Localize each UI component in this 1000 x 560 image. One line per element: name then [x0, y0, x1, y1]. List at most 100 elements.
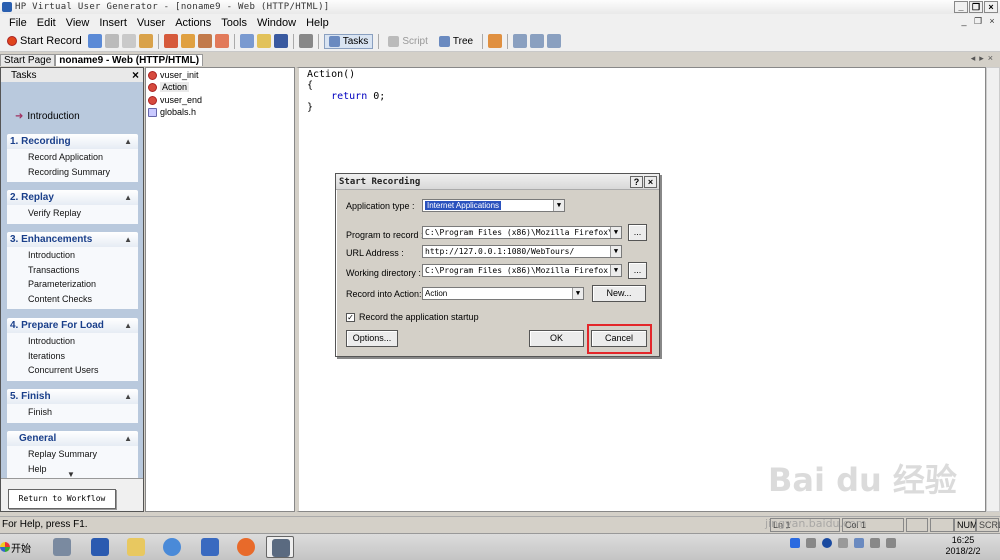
language-icon[interactable]	[790, 538, 800, 548]
startup-checkbox-row[interactable]: ✓ Record the application startup	[346, 312, 479, 322]
menu-vuser[interactable]: Vuser	[132, 17, 170, 29]
minimize-button[interactable]: _	[954, 1, 968, 13]
taskbar-app-explorer[interactable]	[122, 536, 150, 558]
tree-item-vuser-end[interactable]: vuser_end	[148, 95, 202, 105]
checkbox-checked-icon[interactable]: ✓	[346, 312, 355, 322]
browse-workdir-button[interactable]: ...	[628, 262, 647, 279]
menu-file[interactable]: File	[4, 17, 32, 29]
arrange-icon[interactable]	[547, 34, 562, 48]
task-group-header[interactable]: 2. Replay ▲	[7, 190, 138, 205]
help-tray-icon[interactable]	[822, 538, 832, 548]
tree-item-globals[interactable]: globals.h	[148, 107, 196, 117]
menu-insert[interactable]: Insert	[94, 17, 132, 29]
task-group-header[interactable]: 3. Enhancements ▲	[7, 232, 138, 247]
task-group-header[interactable]: General ▲	[7, 431, 138, 446]
task-group-header[interactable]: 1. Recording ▲	[7, 134, 138, 149]
close-button[interactable]: ×	[984, 1, 998, 13]
task-item[interactable]: Transactions	[28, 263, 138, 278]
task-item[interactable]: Help	[28, 462, 138, 477]
taskbar-app-vugen[interactable]	[266, 536, 294, 558]
mdi-restore-button[interactable]: ❐	[972, 16, 984, 28]
new-action-button[interactable]: New...	[592, 285, 646, 302]
tree-item-vuser-init[interactable]: vuser_init	[148, 70, 199, 80]
taskbar-app-firefox[interactable]	[232, 536, 260, 558]
tray-icon[interactable]	[838, 538, 848, 548]
task-item[interactable]: Replay Summary	[28, 447, 138, 462]
new-icon[interactable]	[239, 34, 254, 48]
task-item[interactable]: Record Application	[28, 150, 138, 165]
script-view-button[interactable]: Script	[384, 35, 432, 48]
browse-program-button[interactable]: ...	[628, 224, 647, 241]
dialog-close-button[interactable]: ×	[644, 176, 657, 188]
menu-help[interactable]: Help	[301, 17, 334, 29]
cascade-icon[interactable]	[530, 34, 545, 48]
help-button[interactable]: ?	[630, 176, 643, 188]
rendezvous-icon[interactable]	[214, 34, 229, 48]
taskbar-app-powershell[interactable]	[86, 536, 114, 558]
task-item[interactable]: Verify Replay	[28, 206, 138, 221]
task-group-header[interactable]: 5. Finish ▲	[7, 389, 138, 404]
workdir-select[interactable]: C:\Program Files (x86)\Mozilla Firefox ▼	[422, 264, 622, 277]
breakpoint-icon[interactable]	[163, 34, 178, 48]
program-select[interactable]: C:\Program Files (x86)\Mozilla Firefox\f…	[422, 226, 622, 239]
transaction-icon[interactable]	[197, 34, 212, 48]
vertical-scrollbar[interactable]	[986, 67, 1000, 512]
tile-icon[interactable]	[513, 34, 528, 48]
task-item[interactable]: Finish	[28, 405, 138, 420]
return-to-workflow-button[interactable]: Return to Workflow	[8, 489, 116, 509]
network-tray-icon[interactable]	[870, 538, 880, 548]
dialog-titlebar: Start Recording	[336, 174, 659, 190]
ok-button[interactable]: OK	[529, 330, 584, 347]
app-type-select[interactable]: Internet Applications ▼	[422, 199, 565, 212]
tab-start-page[interactable]: Start Page	[0, 54, 56, 66]
stop-icon[interactable]	[104, 34, 119, 48]
task-item[interactable]: Parameterization	[28, 277, 138, 292]
taskbar-clock[interactable]: 16:25 2018/2/2	[938, 535, 988, 557]
pause-icon[interactable]	[121, 34, 136, 48]
task-item[interactable]: Concurrent Users	[28, 363, 138, 378]
options-button[interactable]: Options...	[346, 330, 398, 347]
url-select[interactable]: http://127.0.0.1:1080/WebTours/ ▼	[422, 245, 622, 258]
menu-window[interactable]: Window	[252, 17, 301, 29]
tasks-toggle[interactable]: Tasks	[323, 33, 374, 49]
tasks-close-button[interactable]: ×	[132, 68, 139, 82]
find-icon[interactable]	[298, 34, 313, 48]
tab-noname9[interactable]: noname9 - Web (HTTP/HTML)	[55, 54, 204, 66]
thumbnail-icon[interactable]	[488, 34, 503, 48]
tree-icon	[438, 35, 450, 47]
play-icon[interactable]	[87, 34, 102, 48]
clock-time: 16:25	[951, 535, 975, 545]
restore-button[interactable]: ❐	[969, 1, 983, 13]
task-group-finish: 5. Finish ▲ Finish	[7, 389, 138, 423]
menu-view[interactable]: View	[61, 17, 95, 29]
taskbar-app-ie[interactable]	[158, 536, 186, 558]
tree-item-action[interactable]: Action	[148, 82, 190, 92]
mdi-minimize-button[interactable]: _	[958, 16, 970, 28]
tree-view-button[interactable]: Tree	[435, 35, 477, 48]
record-into-select[interactable]: Action ▼	[422, 287, 584, 300]
task-item[interactable]: Introduction	[28, 334, 138, 349]
start-record-button[interactable]: Start Record	[4, 35, 85, 47]
task-item[interactable]: Introduction	[28, 248, 138, 263]
menu-actions[interactable]: Actions	[170, 17, 216, 29]
task-group-header[interactable]: 4. Prepare For Load ▲	[7, 318, 138, 333]
taskbar-app-media[interactable]	[196, 536, 224, 558]
menu-edit[interactable]: Edit	[32, 17, 61, 29]
bookmark-icon[interactable]	[180, 34, 195, 48]
task-item[interactable]: Recording Summary	[28, 165, 138, 180]
tasks-body: ➜ Introduction 1. Recording ▲ Record Appl…	[1, 82, 143, 479]
taskbar-app-network[interactable]	[48, 536, 76, 558]
mdi-close-button[interactable]: ×	[986, 16, 998, 28]
menu-tools[interactable]: Tools	[216, 17, 252, 29]
flag-icon[interactable]	[854, 538, 864, 548]
task-item[interactable]: Content Checks	[28, 292, 138, 307]
input-icon[interactable]	[806, 538, 816, 548]
start-button[interactable]: 开始	[0, 536, 32, 558]
intro-link[interactable]: ➜ Introduction	[15, 111, 80, 122]
task-item[interactable]: Iterations	[28, 349, 138, 364]
open-folder-icon[interactable]	[256, 34, 271, 48]
step-icon[interactable]	[138, 34, 153, 48]
save-icon[interactable]	[273, 34, 288, 48]
volume-icon[interactable]	[886, 538, 896, 548]
tab-nav-arrows[interactable]: ◂▸×	[971, 53, 997, 64]
